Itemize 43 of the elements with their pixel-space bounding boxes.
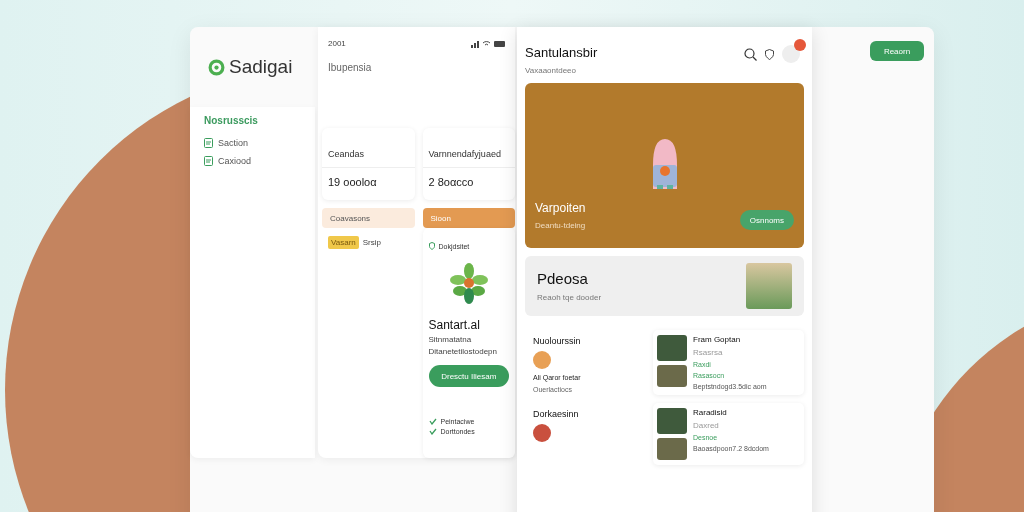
sidebar-item[interactable]: Caxiood: [204, 156, 301, 166]
card-title: Fram Goptan: [693, 335, 742, 344]
person-heading: Dorkaesinn: [533, 409, 580, 419]
photo-placeholder: [657, 438, 687, 460]
promo-title: Pdeosa: [537, 270, 589, 287]
stat-value: 2 8oαcco: [427, 175, 475, 190]
hero-subtitle: Deantu-tdeing: [535, 221, 586, 230]
avatar[interactable]: [782, 45, 800, 63]
plant-line: Sitnmatatna: [428, 335, 473, 344]
photo-placeholder: [657, 365, 687, 387]
sidebar-item[interactable]: Saction: [204, 138, 301, 148]
photo-placeholder: [657, 335, 687, 361]
screen-title: Ibupensia: [327, 61, 373, 75]
brand-name: Sadigai: [229, 56, 293, 78]
card-meta: Rsasrsa: [693, 348, 724, 357]
promo-subtitle: Reaoh tqe dooder: [537, 293, 602, 302]
notification-dot: [794, 39, 806, 51]
photo-placeholder: [657, 408, 687, 434]
hero-title: Varpoiten: [535, 201, 586, 215]
card-meta: Daxred: [693, 421, 720, 430]
tag-note: Srsip: [362, 238, 381, 247]
plant-line: Ditanetetilostodepn: [428, 347, 498, 356]
status-icons: [471, 39, 507, 48]
shield-icon: [428, 242, 435, 250]
plant-leaf-icon: [449, 263, 488, 305]
card-title: Raradisid: [693, 408, 728, 417]
screen-subtitle: Vaxaaontdeeo: [525, 66, 577, 75]
stat-label: Ceandas: [322, 149, 415, 168]
photo-placeholder: [746, 263, 792, 309]
document-icon: [204, 156, 213, 166]
stat-label: Varnnendafyjuaed: [422, 149, 515, 168]
sidebar-heading: Nosrusscis: [204, 115, 259, 128]
status-time: 2001: [328, 39, 346, 48]
person-heading: Nuolourssin: [533, 336, 582, 346]
logo-icon: [208, 58, 225, 76]
plant-title: Santart.al: [428, 318, 481, 332]
search-icon[interactable]: [744, 47, 757, 61]
stat-value: 19 oooloα: [327, 175, 378, 190]
tag: Vasarn: [328, 236, 359, 249]
document-icon: [204, 138, 213, 148]
shield-icon[interactable]: [765, 48, 774, 60]
screen-title: Santulansbir: [525, 45, 598, 60]
tab[interactable]: Coavasons: [322, 208, 415, 228]
